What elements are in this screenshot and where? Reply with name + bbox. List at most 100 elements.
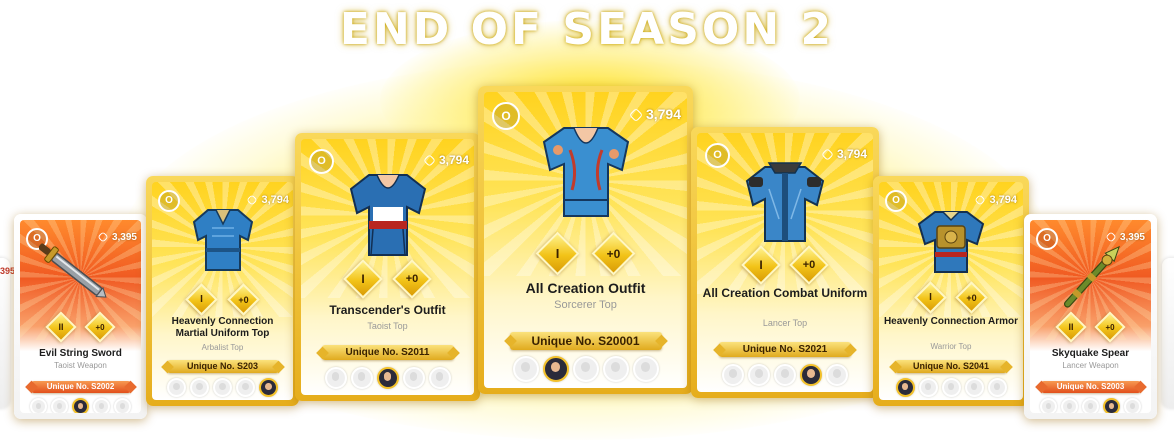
avatar-row — [484, 356, 687, 382]
enhance-label: +0 — [1105, 322, 1115, 332]
item-card-evil-string-sword[interactable]: O 3,395 II +0 Evil String Sword Taoist W… — [14, 214, 147, 419]
character-avatar-icon[interactable] — [542, 356, 569, 382]
grade-diamond-icon: I — [343, 259, 384, 299]
item-name: Evil String Sword — [39, 348, 122, 359]
item-card-heavenly-connection-armor[interactable]: O 3,794 I +0 Heavenly Connection Armor W… — [873, 176, 1029, 406]
character-avatar-icon[interactable] — [774, 364, 796, 386]
item-card-skyquake-spear[interactable]: O 3,395 II +0 Skyquake Spear Lancer Weap… — [1024, 214, 1157, 419]
character-avatar-icon[interactable] — [918, 378, 938, 397]
enhance-diamond-icon: +0 — [1094, 311, 1126, 343]
character-avatar-icon[interactable] — [190, 378, 209, 397]
unique-number-plaque: Unique No. S20001 — [509, 332, 662, 350]
avatar-row — [879, 378, 1023, 397]
price-value: 3,794 — [261, 194, 289, 206]
character-avatar-icon[interactable] — [748, 364, 770, 386]
enhance-label: +0 — [966, 292, 977, 303]
badge-row: I +0 — [879, 281, 1023, 314]
badge-row: I +0 — [301, 259, 474, 299]
character-avatar-icon[interactable] — [114, 398, 131, 413]
offscreen-card-price: 395 — [0, 266, 16, 276]
character-avatar-icon[interactable] — [259, 378, 278, 397]
unique-number-plaque: Unique No. S203 — [166, 360, 279, 373]
unique-number-plaque: Unique No. S2003 — [1040, 381, 1141, 393]
avatar-row — [1030, 398, 1151, 413]
enhance-label: +0 — [238, 294, 249, 305]
enhance-label: +0 — [405, 273, 418, 285]
sword-icon — [38, 243, 107, 298]
item-card-transcenders-outfit[interactable]: O 3,794 I +0 Transcender's Outfit Taoist… — [295, 133, 480, 401]
character-avatar-icon[interactable] — [722, 364, 744, 386]
character-avatar-icon[interactable] — [826, 364, 848, 386]
character-avatar-icon[interactable] — [428, 367, 451, 389]
character-avatar-icon[interactable] — [213, 378, 232, 397]
character-avatar-icon[interactable] — [376, 367, 399, 389]
grade-diamond-icon: I — [185, 283, 219, 316]
character-avatar-icon[interactable] — [964, 378, 984, 397]
spear-icon — [1063, 245, 1120, 308]
unique-number-plaque: Unique No. S2011 — [321, 345, 454, 360]
item-card-all-creation-outfit[interactable]: O 3,794 I +0 All Creation Outfit Sorcere… — [478, 86, 693, 394]
ow-logo-icon: O — [705, 143, 730, 168]
character-avatar-icon[interactable] — [895, 378, 915, 397]
character-avatar-icon[interactable] — [572, 356, 599, 382]
price-label: 3,794 — [423, 153, 469, 168]
offscreen-card-left[interactable] — [0, 258, 10, 408]
grade-label: II — [58, 322, 64, 332]
grade-diamond-icon: I — [740, 245, 781, 285]
character-avatar-icon[interactable] — [402, 367, 425, 389]
offscreen-card-right[interactable] — [1162, 258, 1174, 408]
uniform-top-icon — [192, 209, 253, 271]
price-value: 3,794 — [836, 147, 867, 161]
enhance-diamond-icon: +0 — [591, 231, 636, 276]
grade-diamond-icon: II — [45, 311, 77, 343]
character-avatar-icon[interactable] — [987, 378, 1007, 397]
enhance-diamond-icon: +0 — [226, 283, 260, 316]
character-avatar-icon[interactable] — [1124, 398, 1141, 413]
item-name: Transcender's Outfit — [329, 303, 446, 317]
outfit-icon — [542, 127, 629, 217]
outfit-icon — [349, 174, 426, 256]
ow-logo-icon: O — [309, 149, 334, 174]
ow-logo-icon: O — [492, 102, 520, 130]
grade-label: I — [361, 272, 365, 286]
character-avatar-icon[interactable] — [51, 398, 68, 413]
character-avatar-icon[interactable] — [167, 378, 186, 397]
badge-row: I +0 — [697, 245, 873, 285]
character-avatar-icon[interactable] — [602, 356, 629, 382]
badge-row: II +0 — [20, 311, 141, 343]
badge-row: I +0 — [484, 231, 687, 276]
character-avatar-icon[interactable] — [350, 367, 373, 389]
item-card-heavenly-connection-martial-uniform-top[interactable]: O 3,794 I +0 Heavenly Connection Martial… — [146, 176, 299, 406]
enhance-label: +0 — [802, 259, 816, 271]
avatar-row — [20, 398, 141, 413]
character-avatar-icon[interactable] — [512, 356, 539, 382]
character-avatar-icon[interactable] — [72, 398, 89, 413]
item-type: Warrior Top — [930, 342, 972, 351]
grade-label: I — [200, 294, 204, 305]
character-avatar-icon[interactable] — [1103, 398, 1120, 413]
character-avatar-icon[interactable] — [30, 398, 47, 413]
item-type: Sorcerer Top — [554, 299, 617, 311]
price-value: 3,794 — [989, 194, 1017, 206]
character-avatar-icon[interactable] — [1061, 398, 1078, 413]
character-avatar-icon[interactable] — [941, 378, 961, 397]
character-avatar-icon[interactable] — [800, 364, 822, 386]
card-face: O 3,794 I +0 Heavenly Connection Martial… — [152, 182, 293, 400]
combat-uniform-icon — [745, 162, 825, 242]
grade-label: I — [928, 292, 932, 303]
character-avatar-icon[interactable] — [93, 398, 110, 413]
character-avatar-icon[interactable] — [236, 378, 255, 397]
item-card-all-creation-combat-uniform[interactable]: O 3,794 I +0 All Creation Combat Uniform… — [691, 127, 879, 398]
character-avatar-icon[interactable] — [632, 356, 659, 382]
grade-label: II — [1068, 322, 1074, 332]
character-avatar-icon[interactable] — [324, 367, 347, 389]
enhance-diamond-icon: +0 — [955, 281, 988, 314]
ow-logo-icon: O — [885, 190, 907, 212]
grade-diamond-icon: II — [1055, 311, 1087, 343]
character-avatar-icon[interactable] — [1040, 398, 1057, 413]
badge-row: II +0 — [1030, 311, 1151, 343]
character-avatar-icon[interactable] — [1082, 398, 1099, 413]
item-type: Taoist Top — [367, 321, 408, 331]
unique-number-plaque: Unique No. S2021 — [719, 342, 851, 357]
card-face: O 3,794 I +0 Transcender's Outfit Taoist… — [301, 139, 474, 395]
